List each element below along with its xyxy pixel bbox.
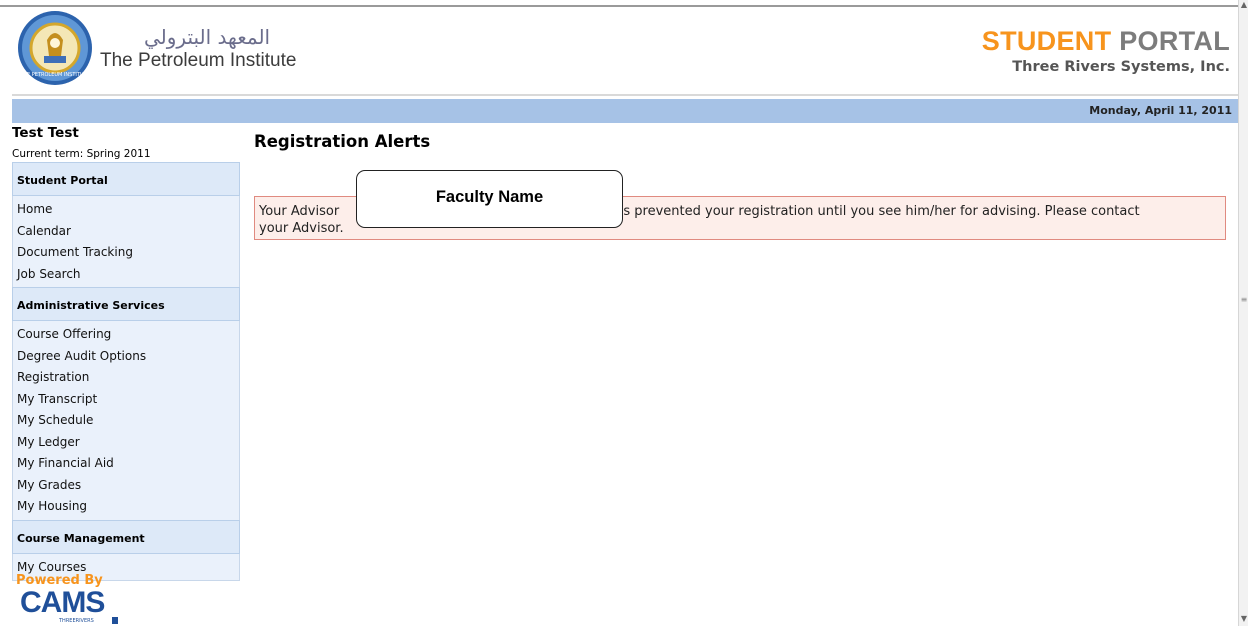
sidebar-section-student-portal: Student Portal bbox=[12, 162, 240, 196]
faculty-name-callout: Faculty Name bbox=[356, 170, 623, 228]
alert-prefix: Your Advisor bbox=[259, 204, 340, 219]
scroll-down-icon[interactable]: ▼ bbox=[1240, 614, 1248, 624]
alert-suffix: has prevented your registration until yo… bbox=[607, 204, 1140, 219]
sidebar-item-job-search[interactable]: Job Search bbox=[13, 264, 239, 286]
window-top-border bbox=[0, 0, 1238, 7]
sidebar-item-calendar[interactable]: Calendar bbox=[13, 221, 239, 243]
current-date: Monday, April 11, 2011 bbox=[1089, 104, 1232, 117]
sidebar-item-my-schedule[interactable]: My Schedule bbox=[13, 410, 239, 432]
current-term: Current term: Spring 2011 bbox=[12, 148, 151, 160]
portal-title-word1: STUDENT bbox=[981, 26, 1112, 56]
sidebar-item-course-offering[interactable]: Course Offering bbox=[13, 324, 239, 346]
svg-text:THE PETROLEUM INSTITUTE: THE PETROLEUM INSTITUTE bbox=[19, 72, 90, 78]
institute-name-arabic: المعهد البترولي bbox=[144, 25, 271, 49]
sidebar-section-course-management: Course Management bbox=[12, 519, 240, 554]
sidebar-section-items: Course Offering Degree Audit Options Reg… bbox=[12, 321, 240, 520]
page-header: THE PETROLEUM INSTITUTE المعهد البترولي … bbox=[0, 9, 1238, 95]
sidebar-item-my-grades[interactable]: My Grades bbox=[13, 475, 239, 497]
header-divider bbox=[12, 94, 1238, 96]
sidebar-section-administrative-services: Administrative Services bbox=[12, 287, 240, 321]
institute-name-english: The Petroleum Institute bbox=[100, 50, 297, 71]
sidebar-item-registration[interactable]: Registration bbox=[13, 367, 239, 389]
sidebar: Test Test Current term: Spring 2011 Stud… bbox=[12, 123, 240, 581]
svg-text:THREERIVERS: THREERIVERS bbox=[58, 618, 94, 624]
sidebar-section-items: Home Calendar Document Tracking Job Sear… bbox=[12, 196, 240, 287]
scroll-grip-icon[interactable]: ≡ bbox=[1240, 295, 1248, 307]
sidebar-item-my-transcript[interactable]: My Transcript bbox=[13, 389, 239, 411]
sidebar-item-my-housing[interactable]: My Housing bbox=[13, 496, 239, 518]
portal-title: STUDENT PORTAL bbox=[982, 26, 1230, 57]
page-title: Registration Alerts bbox=[254, 132, 431, 151]
scroll-up-icon[interactable]: ▲ bbox=[1240, 0, 1248, 10]
cams-logo-icon: CAMS THREERIVERS bbox=[20, 586, 118, 624]
portal-subtitle: Three Rivers Systems, Inc. bbox=[1012, 59, 1230, 75]
portal-title-word2: PORTAL bbox=[1119, 26, 1230, 56]
sidebar-item-my-ledger[interactable]: My Ledger bbox=[13, 432, 239, 454]
sidebar-item-document-tracking[interactable]: Document Tracking bbox=[13, 242, 239, 264]
sidebar-item-home[interactable]: Home bbox=[13, 199, 239, 221]
petroleum-institute-seal-icon: THE PETROLEUM INSTITUTE bbox=[18, 11, 92, 85]
sidebar-item-degree-audit-options[interactable]: Degree Audit Options bbox=[13, 346, 239, 368]
sidebar-item-my-financial-aid[interactable]: My Financial Aid bbox=[13, 453, 239, 475]
date-bar: Monday, April 11, 2011 bbox=[12, 99, 1238, 123]
user-name: Test Test bbox=[12, 125, 79, 141]
vertical-scrollbar[interactable]: ▲ ≡ ▼ bbox=[1238, 0, 1248, 626]
alert-line-2: your Advisor. bbox=[259, 221, 344, 236]
svg-text:CAMS: CAMS bbox=[20, 586, 104, 619]
